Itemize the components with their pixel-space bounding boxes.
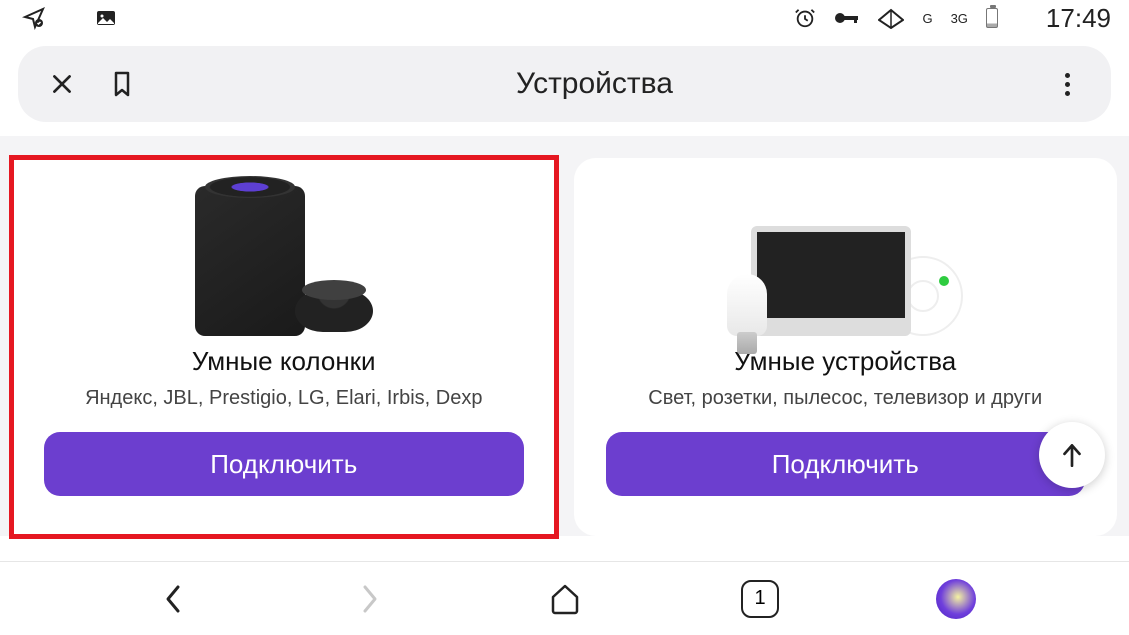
page-title: Устройства (138, 67, 1051, 101)
image-icon (90, 2, 122, 34)
location-share-icon (18, 2, 50, 34)
nav-back-icon[interactable] (152, 577, 196, 621)
devices-illustration (606, 176, 1086, 336)
bookmark-icon[interactable] (106, 68, 138, 100)
card-subtitle: Свет, розетки, пылесос, телевизор и друг… (648, 387, 1042, 410)
card-smart-speakers[interactable]: Умные колонки Яндекс, JBL, Prestigio, LG… (12, 158, 556, 536)
nav-tabs-icon[interactable]: 1 (738, 577, 782, 621)
browser-header: Устройства (18, 46, 1111, 122)
connect-button[interactable]: Подключить (44, 432, 524, 496)
more-icon[interactable] (1051, 68, 1083, 100)
signal-3g-label: 3G (951, 12, 968, 25)
card-subtitle: Яндекс, JBL, Prestigio, LG, Elari, Irbis… (85, 387, 482, 410)
card-title: Умные устройства (734, 346, 956, 377)
tab-count: 1 (741, 580, 779, 618)
signal-g-label: G (922, 12, 932, 25)
nav-alice-icon[interactable] (934, 577, 978, 621)
status-clock: 17:49 (1046, 3, 1111, 34)
speakers-illustration (44, 176, 524, 336)
bottom-nav: 1 (0, 561, 1129, 635)
nav-home-icon[interactable] (543, 577, 587, 621)
connect-button[interactable]: Подключить (606, 432, 1086, 496)
content-area: Умные колонки Яндекс, JBL, Prestigio, LG… (0, 136, 1129, 536)
vpn-key-icon (834, 7, 860, 29)
nav-forward-icon (347, 577, 391, 621)
card-title: Умные колонки (192, 346, 376, 377)
status-bar: G 3G 17:49 (0, 0, 1129, 36)
close-icon[interactable] (46, 68, 78, 100)
alarm-icon (794, 7, 816, 29)
scroll-top-button[interactable] (1039, 422, 1105, 488)
card-smart-devices[interactable]: Умные устройства Свет, розетки, пылесос,… (574, 158, 1118, 536)
battery-icon (986, 8, 998, 28)
wifi-icon (878, 7, 904, 29)
